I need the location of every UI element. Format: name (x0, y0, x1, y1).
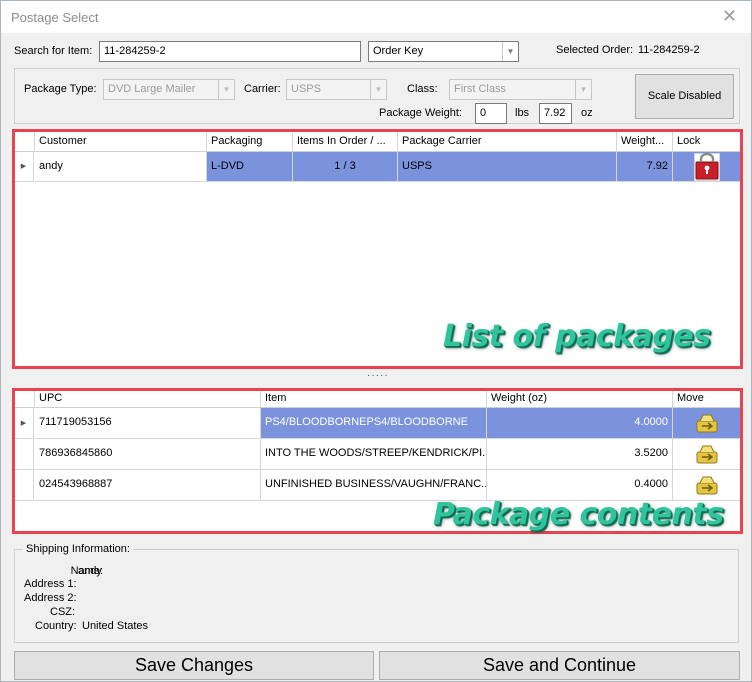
address2-label: Address 2: (24, 592, 77, 604)
move-icon[interactable] (694, 412, 720, 434)
package-weight-label: Package Weight: (379, 107, 462, 119)
column-header-items-in-order[interactable]: Items In Order / ... (293, 132, 398, 152)
class-label: Class: (407, 83, 438, 95)
row-indicator[interactable] (14, 439, 34, 470)
cell-upc[interactable]: 711719053156 (35, 408, 261, 439)
lbs-label: lbs (515, 107, 530, 119)
carrier-select[interactable]: USPS ▼ (286, 79, 387, 100)
oz-label: oz (581, 107, 593, 119)
title-bar: Postage Select ✕ (1, 1, 751, 33)
country-label: Country: (35, 620, 77, 632)
cell-move[interactable] (673, 408, 740, 439)
cell-weight-oz[interactable]: 4.0000 (487, 408, 673, 439)
cell-weight[interactable]: 7.92 (617, 152, 673, 182)
column-header-move[interactable]: Move (673, 391, 740, 408)
search-input[interactable]: 11-284259-2 (99, 41, 361, 62)
window-title: Postage Select (11, 10, 99, 25)
cell-upc[interactable]: 024543968887 (35, 470, 261, 501)
cell-packaging[interactable]: L-DVD (207, 152, 293, 182)
callout-list-of-packages: List of packages (443, 319, 711, 354)
carrier-label: Carrier: (244, 83, 281, 95)
chevron-down-icon: ▼ (370, 80, 386, 99)
close-icon[interactable]: ✕ (722, 7, 737, 25)
callout-package-contents: Package contents (433, 497, 724, 532)
selected-order-label: Selected Order: (556, 44, 634, 56)
name-value: andy (78, 565, 102, 577)
chevron-down-icon: ▼ (575, 80, 591, 99)
column-header-customer[interactable]: Customer (35, 132, 207, 152)
move-icon[interactable] (694, 443, 720, 465)
lock-icon[interactable] (694, 153, 720, 181)
column-header-weight[interactable]: Weight... (617, 132, 673, 152)
shipping-info-legend: Shipping Information: (23, 543, 133, 555)
country-value: United States (82, 620, 149, 632)
column-header-upc[interactable]: UPC (35, 391, 261, 408)
column-header-weight-oz[interactable]: Weight (oz) (487, 391, 673, 408)
row-header-corner (14, 132, 35, 152)
move-icon[interactable] (694, 474, 720, 496)
cell-item[interactable]: INTO THE WOODS/STREEP/KENDRICK/PI... (261, 439, 487, 470)
cell-weight-oz[interactable]: 3.5200 (487, 439, 673, 470)
column-header-lock[interactable]: Lock (673, 132, 740, 152)
chevron-down-icon[interactable]: ▼ (502, 42, 518, 61)
weight-lbs-input[interactable]: 0 (475, 103, 507, 124)
selected-order-value: 11-284259-2 (638, 44, 700, 56)
weight-oz-input[interactable]: 7.92 (539, 103, 572, 124)
column-header-item[interactable]: Item (261, 391, 487, 408)
carrier-value: USPS (291, 83, 321, 95)
splitter-handle[interactable]: ····· (367, 370, 389, 381)
chevron-down-icon: ▼ (218, 80, 234, 99)
row-indicator[interactable] (14, 470, 34, 501)
package-type-value: DVD Large Mailer (108, 83, 196, 95)
save-changes-button[interactable]: Save Changes (14, 651, 374, 680)
cell-package-carrier[interactable]: USPS (398, 152, 617, 182)
column-header-package-carrier[interactable]: Package Carrier (398, 132, 617, 152)
class-value: First Class (454, 83, 506, 95)
search-label: Search for Item: (14, 45, 93, 57)
class-select[interactable]: First Class ▼ (449, 79, 592, 100)
scale-disabled-button[interactable]: Scale Disabled (635, 74, 734, 119)
save-and-continue-button[interactable]: Save and Continue (379, 651, 740, 680)
cell-move[interactable] (673, 439, 740, 470)
row-header-corner (14, 391, 35, 408)
csz-label: CSZ: (50, 606, 76, 618)
cell-customer[interactable]: andy (35, 152, 207, 182)
package-type-select[interactable]: DVD Large Mailer ▼ (103, 79, 235, 100)
column-header-packaging[interactable]: Packaging (207, 132, 293, 152)
row-indicator[interactable]: ▶ (14, 152, 34, 182)
cell-items-in-order[interactable]: 1 / 3 (293, 152, 398, 182)
cell-lock[interactable] (673, 152, 740, 182)
cell-upc[interactable]: 786936845860 (35, 439, 261, 470)
search-key-select[interactable]: Order Key ▼ (368, 41, 519, 62)
address1-label: Address 1: (24, 578, 77, 590)
package-type-label: Package Type: (24, 83, 97, 95)
cell-item[interactable]: PS4/BLOODBORNEPS4/BLOODBORNE (261, 408, 487, 439)
row-indicator[interactable]: ▶ (14, 408, 34, 439)
search-key-value: Order Key (373, 45, 424, 57)
postage-select-window: Postage Select ✕ Search for Item: 11-284… (0, 0, 752, 682)
